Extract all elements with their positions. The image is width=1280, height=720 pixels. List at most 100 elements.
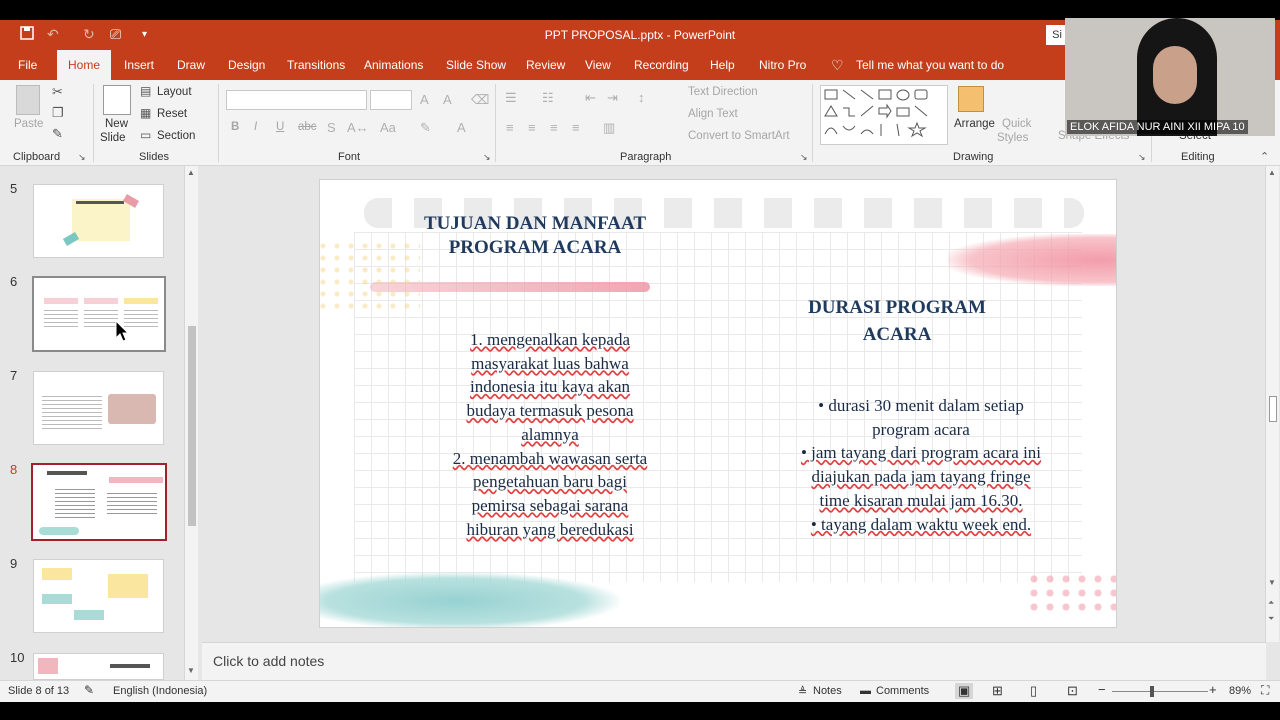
paste-icon[interactable] (16, 85, 40, 115)
shadow-icon[interactable]: S (327, 120, 336, 135)
slide-thumbnail-5[interactable] (33, 184, 164, 258)
slide-thumbnail-6[interactable] (32, 276, 166, 352)
paragraph-launcher-icon[interactable]: ↘ (800, 152, 808, 163)
tab-home[interactable]: Home (57, 50, 112, 80)
underline-button[interactable]: U (276, 121, 284, 133)
left-body-text[interactable]: 1. mengenalkan kepada masyarakat luas ba… (420, 328, 680, 541)
align-text-button[interactable]: Align Text (688, 108, 738, 120)
align-right-icon[interactable]: ≡ (550, 120, 558, 135)
reset-button[interactable]: Reset (157, 108, 187, 120)
clipboard-launcher-icon[interactable]: ↘ (78, 152, 86, 163)
slide-thumbnail-7[interactable] (33, 371, 164, 445)
scroll-up-icon[interactable]: ▲ (187, 168, 195, 177)
decrease-font-icon[interactable]: A (443, 92, 452, 107)
decrease-indent-icon[interactable]: ⇤ (585, 90, 596, 106)
columns-icon[interactable]: ▥ (603, 120, 615, 136)
normal-view-icon[interactable]: ▣ (955, 683, 974, 699)
paste-button[interactable]: Paste (14, 118, 43, 130)
new-slide-icon[interactable] (103, 85, 131, 115)
slide-thumbnail-10[interactable] (33, 653, 164, 680)
tab-view[interactable]: View (585, 50, 611, 80)
align-left-icon[interactable]: ≡ (506, 120, 514, 135)
font-family-dropdown[interactable] (226, 90, 367, 110)
strikethrough-button[interactable]: abc (298, 121, 317, 133)
tab-review[interactable]: Review (526, 50, 565, 80)
new-slide-button-line1[interactable]: New (105, 118, 128, 130)
copy-icon[interactable]: ❐ (52, 105, 64, 121)
tell-me-search[interactable]: Tell me what you want to do (856, 50, 1004, 80)
reading-view-icon[interactable]: ▯ (1030, 683, 1037, 699)
zoom-in-icon[interactable]: + (1209, 682, 1217, 697)
fit-to-window-icon[interactable]: ⛶ (1261, 683, 1269, 698)
tab-nitro-pro[interactable]: Nitro Pro (759, 50, 806, 80)
tab-slide-show[interactable]: Slide Show (446, 50, 506, 80)
font-launcher-icon[interactable]: ↘ (483, 152, 491, 163)
slide-scrollbar[interactable]: ▲ ▼ ⏶ ⏷ (1265, 166, 1279, 642)
italic-button[interactable]: I (254, 121, 257, 133)
change-case-icon[interactable]: Aa (380, 120, 396, 135)
tab-animations[interactable]: Animations (364, 50, 423, 80)
font-color-icon[interactable]: A (457, 120, 466, 135)
tab-file[interactable]: File (18, 50, 37, 80)
notes-toggle-button[interactable]: Notes (813, 685, 842, 697)
language-indicator[interactable]: English (Indonesia) (113, 685, 207, 697)
slide-thumbnail-8[interactable] (31, 463, 167, 541)
character-spacing-icon[interactable]: A↔ (347, 120, 369, 135)
scroll-down-icon[interactable]: ▼ (1268, 578, 1276, 587)
clear-formatting-icon[interactable]: ⌫ (471, 92, 489, 108)
increase-font-icon[interactable]: A (420, 92, 429, 107)
left-title[interactable]: TUJUAN DAN MANFAAT PROGRAM ACARA (390, 212, 680, 260)
zoom-slider[interactable] (1112, 691, 1208, 692)
reset-icon[interactable]: ▦ (140, 106, 151, 120)
thumbnail-scrollbar[interactable]: ▲ ▼ (184, 166, 198, 680)
new-slide-button-line2[interactable]: Slide (100, 132, 126, 144)
quick-styles-button-line2[interactable]: Styles (997, 132, 1028, 144)
next-slide-icon[interactable]: ⏷ (1268, 614, 1274, 624)
right-body-text[interactable]: • durasi 30 menit dalam setiap program a… (748, 394, 1094, 536)
slide-8[interactable]: TUJUAN DAN MANFAAT PROGRAM ACARA 1. meng… (319, 179, 1117, 628)
arrange-button[interactable]: Arrange (954, 118, 995, 130)
shapes-gallery[interactable] (820, 85, 948, 145)
tab-insert[interactable]: Insert (124, 50, 154, 80)
comments-icon[interactable]: ▬ (860, 685, 871, 697)
slide-sorter-icon[interactable]: ⊞ (992, 683, 1003, 699)
increase-indent-icon[interactable]: ⇥ (607, 90, 618, 106)
align-center-icon[interactable]: ≡ (528, 120, 536, 135)
cut-icon[interactable]: ✂ (52, 84, 63, 100)
notes-toggle-icon[interactable]: ≜ (798, 685, 807, 698)
section-button[interactable]: Section (157, 130, 195, 142)
bullets-icon[interactable]: ☰ (505, 90, 517, 106)
tab-draw[interactable]: Draw (177, 50, 205, 80)
scroll-down-icon[interactable]: ▼ (187, 666, 195, 675)
previous-slide-icon[interactable]: ⏶ (1268, 598, 1274, 608)
convert-smartart-button[interactable]: Convert to SmartArt (688, 130, 790, 142)
tab-recording[interactable]: Recording (634, 50, 689, 80)
drawing-launcher-icon[interactable]: ↘ (1138, 152, 1146, 163)
text-direction-button[interactable]: Text Direction (688, 86, 758, 98)
notes-placeholder[interactable]: Click to add notes (213, 653, 324, 669)
arrange-icon[interactable] (958, 86, 984, 112)
layout-button[interactable]: Layout (157, 86, 192, 98)
right-title[interactable]: DURASI PROGRAM ACARA (770, 294, 1024, 348)
tab-transitions[interactable]: Transitions (287, 50, 345, 80)
numbering-icon[interactable]: ☷ (542, 90, 554, 106)
highlight-icon[interactable]: ✎ (420, 120, 431, 136)
justify-icon[interactable]: ≡ (572, 120, 580, 135)
comments-button[interactable]: Comments (876, 685, 929, 697)
line-spacing-icon[interactable]: ↕ (638, 90, 645, 105)
slide-scroll-thumb[interactable] (1269, 396, 1277, 422)
spelling-check-icon[interactable]: ✎ (84, 683, 94, 697)
thumbnail-scroll-thumb[interactable] (188, 326, 196, 526)
section-icon[interactable]: ▭ (140, 128, 151, 142)
font-size-dropdown[interactable] (370, 90, 412, 110)
quick-styles-button-line1[interactable]: Quick (1002, 118, 1031, 130)
layout-icon[interactable]: ▤ (140, 84, 151, 98)
notes-pane[interactable]: Click to add notes (202, 642, 1266, 680)
format-painter-icon[interactable]: ✎ (52, 126, 63, 142)
slide-thumbnail-9[interactable] (33, 559, 164, 633)
zoom-slider-handle[interactable] (1150, 686, 1154, 697)
slideshow-view-icon[interactable]: ⊡ (1067, 683, 1078, 699)
zoom-out-icon[interactable]: − (1098, 682, 1106, 697)
tab-design[interactable]: Design (228, 50, 265, 80)
collapse-ribbon-icon[interactable]: ⌃ (1260, 150, 1269, 163)
